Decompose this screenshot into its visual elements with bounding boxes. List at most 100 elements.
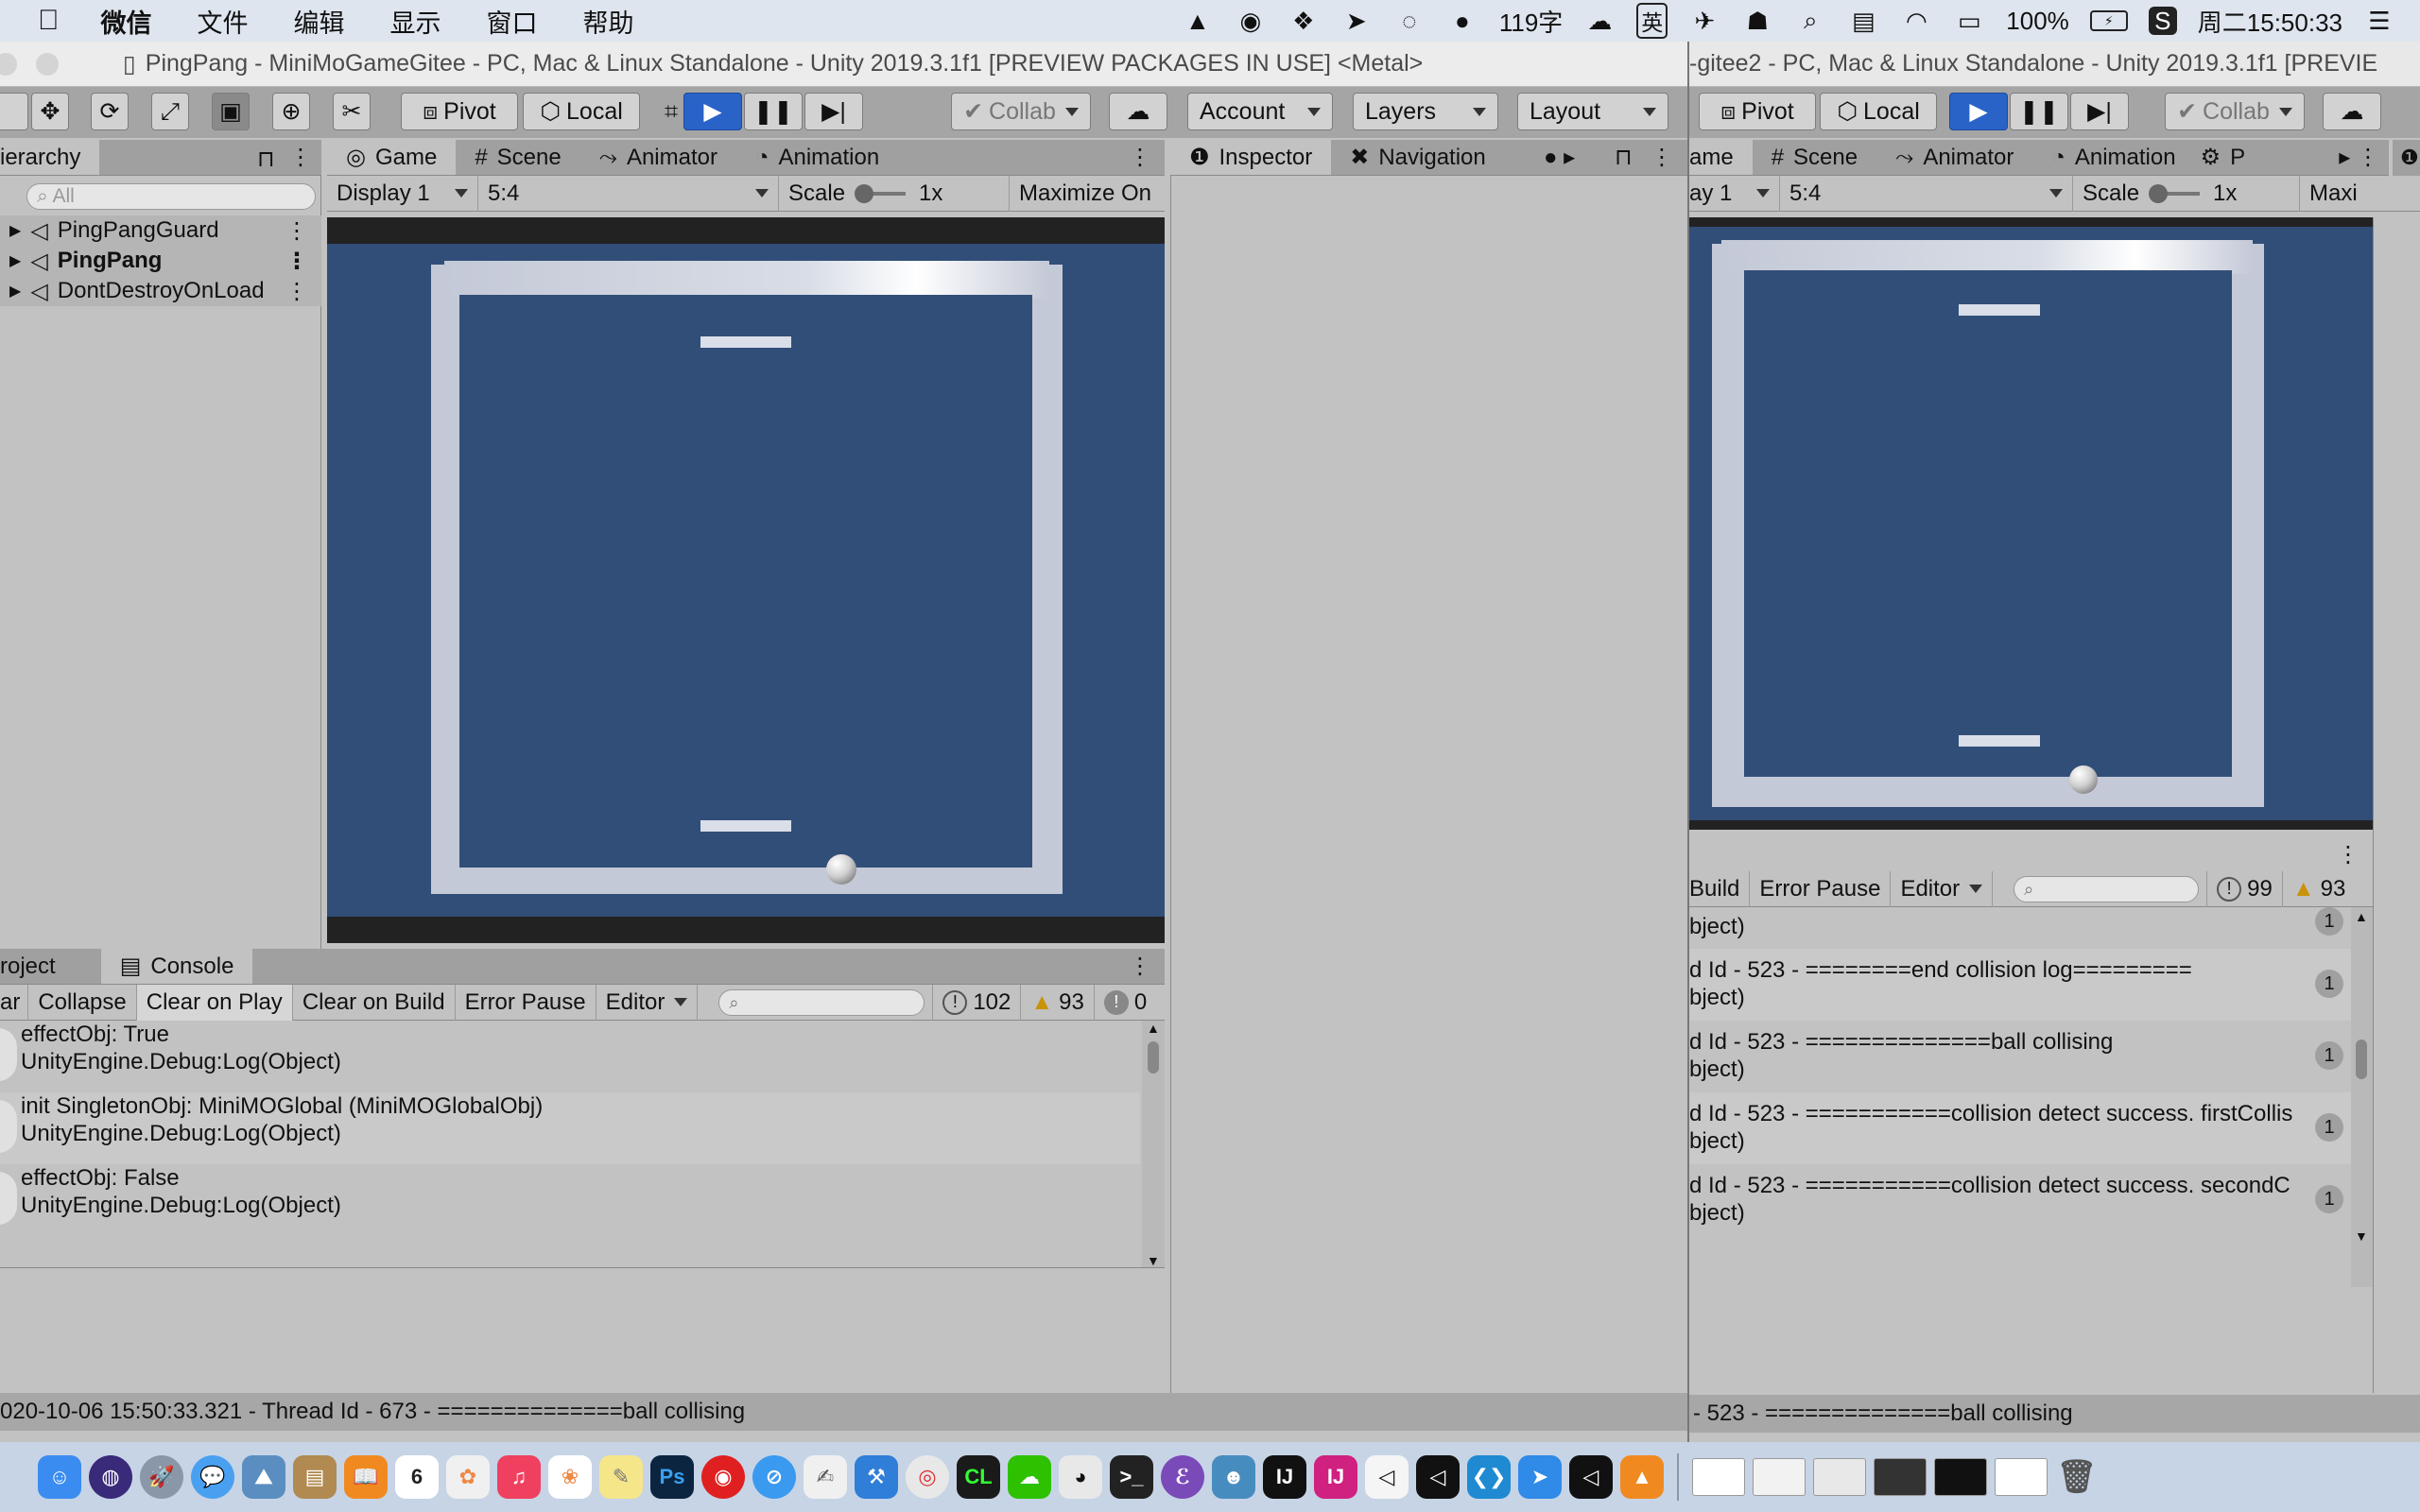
vlc-icon[interactable]: ▲ — [1620, 1455, 1664, 1499]
traffic-light[interactable] — [36, 53, 59, 76]
tab-animator[interactable]: ⤳ Animator — [1876, 140, 2032, 175]
tab-animation[interactable]: ◔ Animation — [2032, 140, 2194, 175]
netease-icon[interactable]: ◉ — [701, 1455, 745, 1499]
menu-view[interactable]: 显示 — [390, 3, 441, 40]
spotlight-search-icon[interactable]: ⌕ — [1794, 6, 1826, 35]
editor-dropdown[interactable]: Editor — [596, 984, 699, 1021]
preview-icon[interactable]: ⛰ — [242, 1455, 285, 1499]
wifi-icon[interactable]: ◠ — [1900, 7, 1932, 35]
textedit-icon[interactable]: ✍ — [804, 1455, 847, 1499]
clear-button[interactable]: ar — [0, 984, 29, 1021]
intellij-icon[interactable]: IJ — [1263, 1455, 1306, 1499]
display-dropdown[interactable]: ay 1 — [1689, 175, 1780, 212]
apple-icon[interactable]:  — [38, 5, 60, 37]
scroll-down-icon[interactable]: ▼ — [2355, 1228, 2368, 1244]
unity2-icon[interactable]: ◁ — [1416, 1455, 1460, 1499]
window-thumb4-icon[interactable] — [1874, 1458, 1927, 1496]
pause-button[interactable]: ❚❚ — [2010, 93, 2068, 130]
tab-animation[interactable]: ◔ Animation — [736, 140, 898, 175]
transform-tool-icon[interactable]: ⊕ — [272, 93, 310, 130]
s-app-icon[interactable]: S — [2148, 7, 2177, 35]
local-button[interactable]: ⬡ Local — [523, 93, 640, 130]
maximize-on-play[interactable]: Maxi — [2300, 176, 2367, 212]
tab-inspector[interactable]: ❶ Inspector — [1170, 140, 1332, 175]
input-method[interactable]: 英 — [1636, 3, 1668, 39]
dropbox-icon[interactable]: ❖ — [1288, 7, 1320, 35]
menu-edit[interactable]: 编辑 — [294, 3, 345, 40]
custom-tool-icon[interactable]: ✂ — [333, 93, 371, 130]
warn-count-toggle[interactable]: ▲ 93 — [2283, 871, 2355, 907]
window-titlebar[interactable]: ▯ PingPang - MiniMoGameGitee - PC, Mac &… — [0, 42, 1687, 87]
tab-scene[interactable]: # Scene — [456, 140, 579, 175]
window-titlebar[interactable]: -gitee2 - PC, Mac & Linux Standalone - U… — [1689, 42, 2420, 87]
status-bar[interactable]: 020-10-06 15:50:33.321 - Thread Id - 673… — [0, 1393, 1687, 1431]
photoshop-icon[interactable]: Ps — [650, 1455, 694, 1499]
display-dropdown[interactable]: Display 1 — [327, 175, 478, 212]
scroll-thumb[interactable] — [1148, 1041, 1159, 1074]
account-dropdown[interactable]: Account — [1187, 93, 1333, 130]
menu-kebab-icon[interactable]: ▸ ⋮ — [2339, 144, 2379, 171]
inspector-tab-stub[interactable]: ❶ — [2393, 140, 2420, 176]
chrome-icon[interactable]: ◎ — [906, 1455, 949, 1499]
collab-dropdown[interactable]: ✔ Collab — [951, 93, 1091, 130]
console-search[interactable]: ⌕ — [2014, 875, 2200, 902]
intellij2-icon[interactable]: IJ — [1314, 1455, 1357, 1499]
scale-tool-icon[interactable]: ⤢ — [151, 93, 189, 130]
scale-slider[interactable] — [2149, 183, 2201, 203]
menu-kebab-icon[interactable]: ⋮ — [1651, 144, 1673, 171]
move-tool-icon[interactable]: ✥ — [31, 93, 69, 130]
step-button[interactable]: ▶| — [804, 93, 863, 130]
game-view[interactable] — [327, 244, 1165, 943]
cloud-button[interactable]: ☁ — [1109, 93, 1167, 130]
cloud-button[interactable]: ☁ — [2323, 93, 2381, 130]
window-thumb-icon[interactable] — [1692, 1458, 1745, 1496]
scroll-thumb[interactable] — [2356, 1040, 2367, 1079]
window-thumb3-icon[interactable] — [1813, 1458, 1866, 1496]
feishu-icon[interactable]: ➤ — [1518, 1455, 1562, 1499]
memory-icon[interactable]: ▤ — [1847, 7, 1879, 35]
expand-arrow-icon[interactable]: ▶ — [9, 221, 21, 240]
godot-icon[interactable]: ☻ — [1212, 1455, 1255, 1499]
info-count-toggle[interactable]: ! 102 — [932, 984, 1022, 1021]
play-button[interactable]: ▶ — [683, 93, 742, 130]
tab-navigation[interactable]: ✖ Navigation — [1331, 140, 1505, 175]
tab-game[interactable]: ame — [1689, 140, 1753, 175]
layout-dropdown[interactable]: Layout — [1517, 93, 1668, 130]
pivot-button[interactable]: ⧈ Pivot — [1699, 93, 1816, 130]
battery-icon[interactable]: ⚡ — [2089, 10, 2128, 31]
scroll-down-icon[interactable]: ▼ — [1147, 1253, 1160, 1267]
log-scrollbar[interactable]: ▲ ▼ — [2351, 907, 2373, 1287]
scale-control[interactable]: Scale 1x — [2073, 175, 2300, 212]
evernote-icon[interactable]: ● — [1446, 7, 1478, 35]
xcode-icon[interactable]: ⚒ — [855, 1455, 898, 1499]
scale-control[interactable]: Scale 1x — [779, 175, 1010, 212]
play-button[interactable]: ▶ — [1949, 93, 2008, 130]
status-bar[interactable]: - 523 - ==============ball collising — [1689, 1395, 2420, 1433]
contacts-icon[interactable]: ▤ — [293, 1455, 337, 1499]
emacs-icon[interactable]: ℰ — [1161, 1455, 1204, 1499]
photos-icon[interactable]: ✿ — [446, 1455, 490, 1499]
airplay-icon[interactable]: ▭ — [1953, 7, 1985, 35]
clock[interactable]: 周二15:50:33 — [2198, 4, 2342, 39]
menu-kebab-icon[interactable]: ⋮ — [2337, 841, 2360, 868]
local-button[interactable]: ⬡ Local — [1820, 93, 1937, 130]
lock-icon[interactable]: ⊓ — [1615, 144, 1633, 171]
window-thumb5-icon[interactable] — [1934, 1458, 1987, 1496]
collapse-button[interactable]: Collapse — [28, 984, 137, 1021]
info-count-toggle[interactable]: ! 99 — [2206, 870, 2283, 907]
menu-help[interactable]: 帮助 — [583, 3, 634, 40]
rotate-tool-icon[interactable]: ⟳ — [91, 93, 129, 130]
pause-button[interactable]: ❚❚ — [744, 93, 803, 130]
menu-window[interactable]: 窗口 — [487, 3, 538, 40]
clear-on-build-button[interactable]: Clear on Build — [293, 984, 456, 1021]
battery-percent[interactable]: 100% — [2006, 7, 2069, 36]
rect-tool-icon[interactable]: ▣ — [212, 93, 250, 130]
log-entry[interactable]: d Id - 523 - ===========collision detect… — [1689, 1164, 2351, 1236]
error-pause-button[interactable]: Error Pause — [456, 984, 596, 1021]
expand-arrow-icon[interactable]: ▶ — [9, 251, 21, 270]
editor-dropdown[interactable]: Editor — [1891, 870, 1994, 907]
tab-animator[interactable]: ⤳ Animator — [580, 140, 736, 175]
wechat-icon[interactable]: ☁ — [1008, 1455, 1051, 1499]
siri-icon[interactable]: ◍ — [89, 1455, 132, 1499]
finder-icon[interactable]: ☺ — [38, 1455, 81, 1499]
